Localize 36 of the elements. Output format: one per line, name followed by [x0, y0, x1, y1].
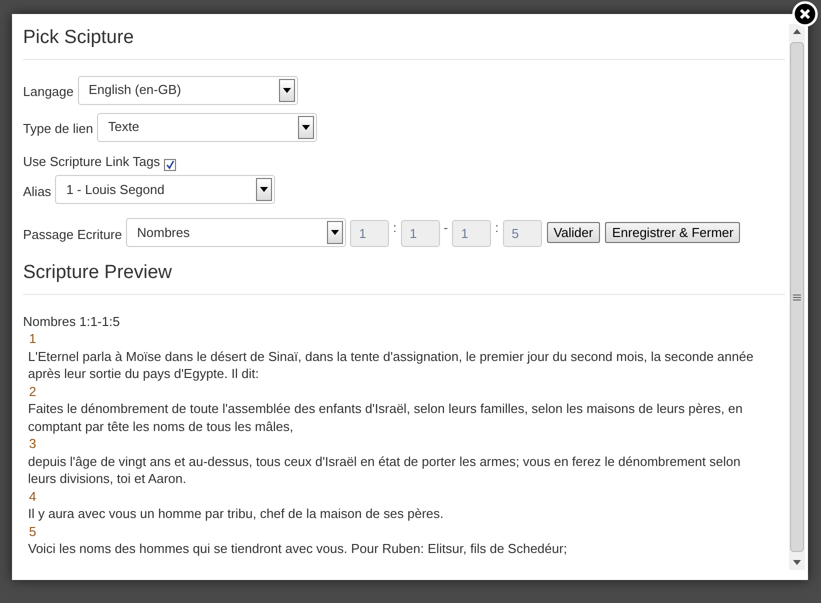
- verse-number: 5: [29, 524, 36, 538]
- verse-text: Voici les noms des hommes qui se tiendront avec vous. Pour Ruben: Elitsur, fils de Schedéur;: [28, 540, 568, 558]
- verse-text: depuis l'âge de vingt ans et au-dessus, tous ceux d'Israël en état de porter les armes; vous en ferez le dénombrement selon leurs divisions, toi et Aaron.: [28, 452, 742, 488]
- field-label: Alias: [23, 182, 52, 200]
- scrollbar[interactable]: [789, 24, 805, 570]
- caret-icon: [260, 187, 268, 192]
- field-label: Type de lien: [23, 120, 94, 138]
- verse-text: Il y aura avec vous un homme par tribu, chef de la maison de ses pères.: [28, 505, 444, 522]
- separator: :: [494, 219, 499, 237]
- verse-text: Faites le dénombrement de toute l'assemblée des enfants d'Israël, selon leurs familles, selon les maisons de leurs pères, en comptant par tête les noms de tous les mâles,: [28, 400, 744, 435]
- separator: :: [393, 219, 397, 237]
- action-button[interactable]: Enregistrer & Fermer: [605, 222, 740, 243]
- verse-number: 3: [29, 436, 36, 451]
- verse-text: L'Eternel parla à Moïse dans le désert de Sinaï, dans la tente d'assignation, le premier jour du second mois, la seconde année après leur sortie du pays d'Egypte. Il dit:: [28, 348, 754, 382]
- verse-number: 2: [29, 384, 36, 398]
- dropdown[interactable]: 1 - Louis Segond: [55, 175, 276, 204]
- separator: -: [444, 219, 448, 237]
- field-label: Langage: [23, 83, 74, 101]
- scroll-down-icon[interactable]: [793, 560, 801, 566]
- close-icon[interactable]: [792, 1, 818, 27]
- caret-icon: [282, 88, 291, 92]
- caret-icon: [331, 230, 339, 235]
- dropdown[interactable]: Nombres: [126, 218, 346, 247]
- preview-title: Scripture Preview: [23, 247, 785, 294]
- dropdown[interactable]: English (en-GB): [78, 76, 298, 104]
- verse-number: 1: [29, 331, 36, 346]
- dropdown[interactable]: Texte: [97, 112, 318, 142]
- dialog-title: Pick Scipture: [23, 24, 785, 60]
- caret-icon: [302, 124, 310, 130]
- action-button[interactable]: Valider: [546, 222, 600, 243]
- field-label: Passage Ecriture: [23, 226, 122, 244]
- passage-reference: Nombres 1:1-1:5: [23, 312, 121, 330]
- verse-number: 4: [29, 488, 36, 504]
- checkbox[interactable]: [164, 159, 176, 171]
- scrollbar-thumb[interactable]: [790, 42, 804, 552]
- field-label: Use Scripture Link Tags: [23, 152, 160, 171]
